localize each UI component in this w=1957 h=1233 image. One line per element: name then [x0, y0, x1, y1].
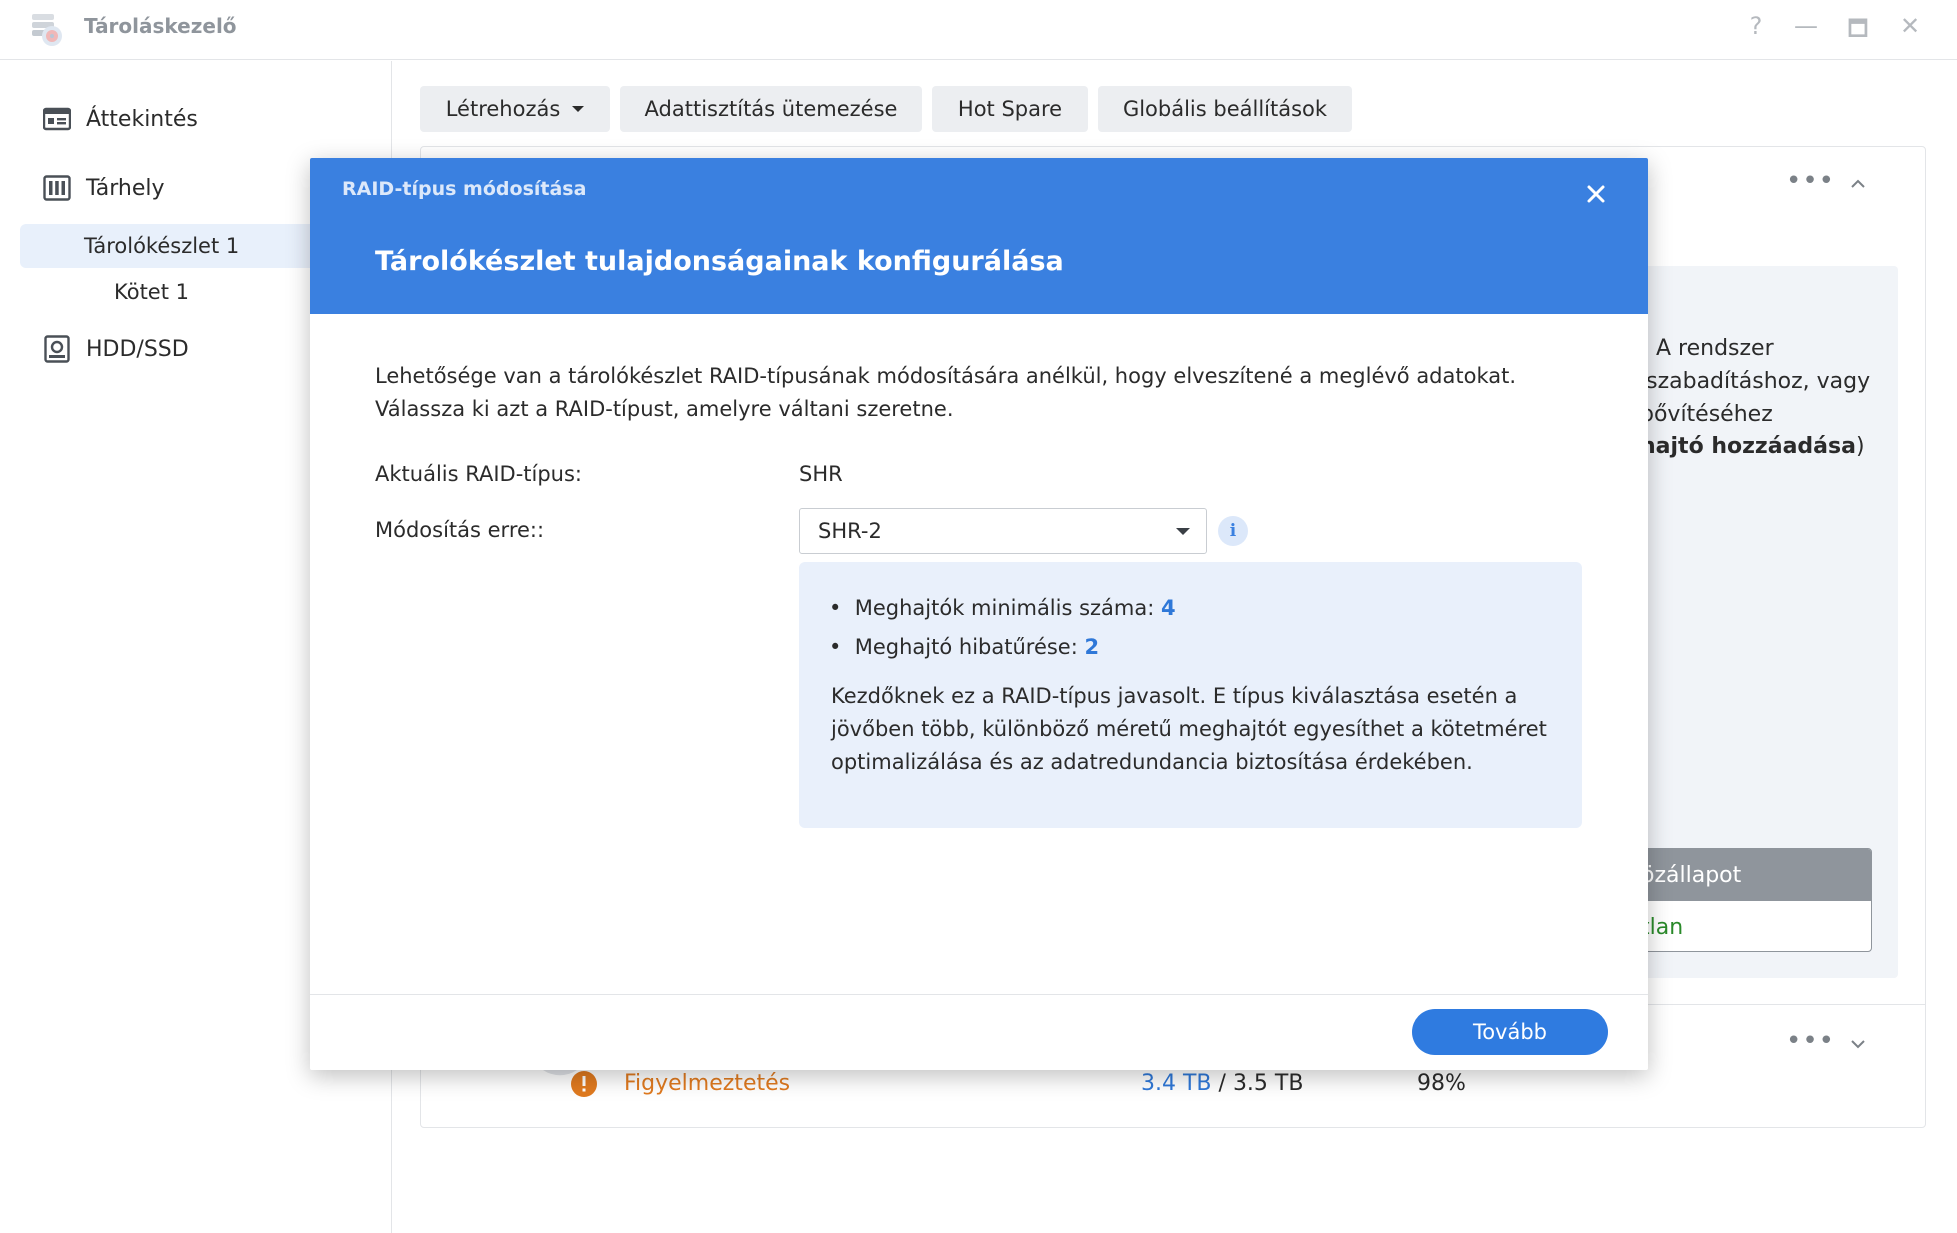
- scrub-schedule-button[interactable]: Adattisztítás ütemezése: [620, 86, 922, 132]
- sidebar-item-overview[interactable]: Áttekintés: [20, 97, 392, 141]
- total-capacity: 3.5 TB: [1232, 1071, 1304, 1096]
- app-title: Tároláskezelő: [84, 14, 237, 38]
- min-drives-value: 4: [1161, 596, 1176, 620]
- raid-type-select[interactable]: SHR-2: [799, 508, 1207, 554]
- storage-manager-logo-icon: [32, 14, 62, 46]
- hot-spare-button[interactable]: Hot Spare: [932, 86, 1088, 132]
- dialog-intro-line1: Lehetősége van a tárolókészlet RAID-típu…: [375, 364, 1517, 388]
- usage-separator: /: [1218, 1071, 1226, 1096]
- min-drives-label: Meghajtók minimális száma:: [854, 596, 1155, 620]
- more-options-icon[interactable]: •••: [1786, 166, 1835, 196]
- bg-text-line: lszabadításhoz, vagy: [1640, 369, 1871, 394]
- sidebar-item-storage-pool-1[interactable]: Tárolókészlet 1: [84, 224, 239, 268]
- add-drive-link[interactable]: hajtó hozzáadása): [1640, 434, 1865, 459]
- list-item: • Meghajtók minimális száma: 4: [829, 596, 1176, 620]
- raid-info-box: • Meghajtók minimális száma: 4 • Meghajt…: [799, 562, 1582, 828]
- chevron-down-icon: [572, 106, 585, 112]
- sidebar-item-label: Áttekintés: [86, 106, 198, 132]
- create-button-label: Létrehozás: [445, 97, 561, 121]
- change-raid-type-dialog: RAID-típus módosítása Tárolókészlet tula…: [310, 158, 1648, 1070]
- more-options-icon[interactable]: •••: [1786, 1026, 1835, 1056]
- used-capacity: 3.4 TB: [1141, 1071, 1212, 1096]
- current-raid-label: Aktuális RAID-típus:: [375, 462, 582, 486]
- change-to-label: Módosítás erre::: [375, 518, 545, 542]
- current-raid-value: SHR: [799, 462, 843, 486]
- close-icon[interactable]: [1580, 178, 1612, 210]
- global-settings-button[interactable]: Globális beállítások: [1098, 86, 1352, 132]
- chevron-down-icon: [1176, 528, 1190, 535]
- volume-status-warning: Figyelmeztetés: [624, 1071, 791, 1096]
- chevron-down-icon[interactable]: [1850, 1036, 1866, 1052]
- create-button[interactable]: Létrehozás: [420, 86, 610, 132]
- storage-icon: [42, 174, 72, 202]
- maximize-icon[interactable]: 🗖: [1842, 12, 1874, 50]
- dialog-header: RAID-típus módosítása Tárolókészlet tula…: [310, 158, 1648, 314]
- raid-type-select-value: SHR-2: [818, 519, 882, 543]
- dialog-title: RAID-típus módosítása: [342, 178, 587, 200]
- raid-description: Kezdőknek ez a RAID-típus javasolt. E tí…: [831, 684, 1547, 774]
- minimize-icon[interactable]: —: [1790, 12, 1822, 40]
- usage-percent: 98%: [1417, 1071, 1466, 1096]
- title-bar: Tároláskezelő ? — 🗖 ✕: [0, 0, 1957, 60]
- fault-tolerance-value: 2: [1084, 635, 1100, 659]
- list-item: • Meghajtó hibatűrése: 2: [829, 635, 1100, 659]
- dialog-intro-line2: Válassza ki azt a RAID-típust, amelyre v…: [375, 397, 954, 421]
- bg-text-line: bővítéséhez: [1640, 402, 1773, 427]
- volume-usage: 3.4 TB / 3.5 TB: [1141, 1071, 1303, 1096]
- hdd-icon: [42, 335, 72, 363]
- next-button[interactable]: Tovább: [1412, 1009, 1608, 1055]
- overview-icon: [42, 105, 72, 133]
- table-cell-status: tlan: [1641, 914, 1684, 940]
- dialog-heading: Tárolókészlet tulajdonságainak konfigurá…: [375, 246, 1064, 277]
- health-status-table: özállapot tlan: [1640, 848, 1872, 952]
- table-header: özállapot: [1641, 849, 1871, 901]
- fault-tolerance-label: Meghajtó hibatűrése:: [854, 635, 1078, 659]
- close-window-icon[interactable]: ✕: [1894, 12, 1926, 40]
- chevron-up-icon[interactable]: [1850, 176, 1866, 192]
- sidebar-item-label: HDD/SSD: [86, 336, 189, 362]
- bg-bold-text: hajtó hozzáadása: [1640, 434, 1856, 459]
- sidebar-item-label: Tárhely: [86, 175, 165, 201]
- bg-text-line: A rendszer: [1656, 336, 1774, 361]
- sidebar-item-volume-1[interactable]: Kötet 1: [114, 270, 189, 314]
- info-icon[interactable]: i: [1218, 516, 1248, 546]
- bg-text-paren: ): [1855, 434, 1865, 459]
- dialog-footer-divider: [310, 994, 1648, 995]
- help-icon[interactable]: ?: [1740, 12, 1772, 40]
